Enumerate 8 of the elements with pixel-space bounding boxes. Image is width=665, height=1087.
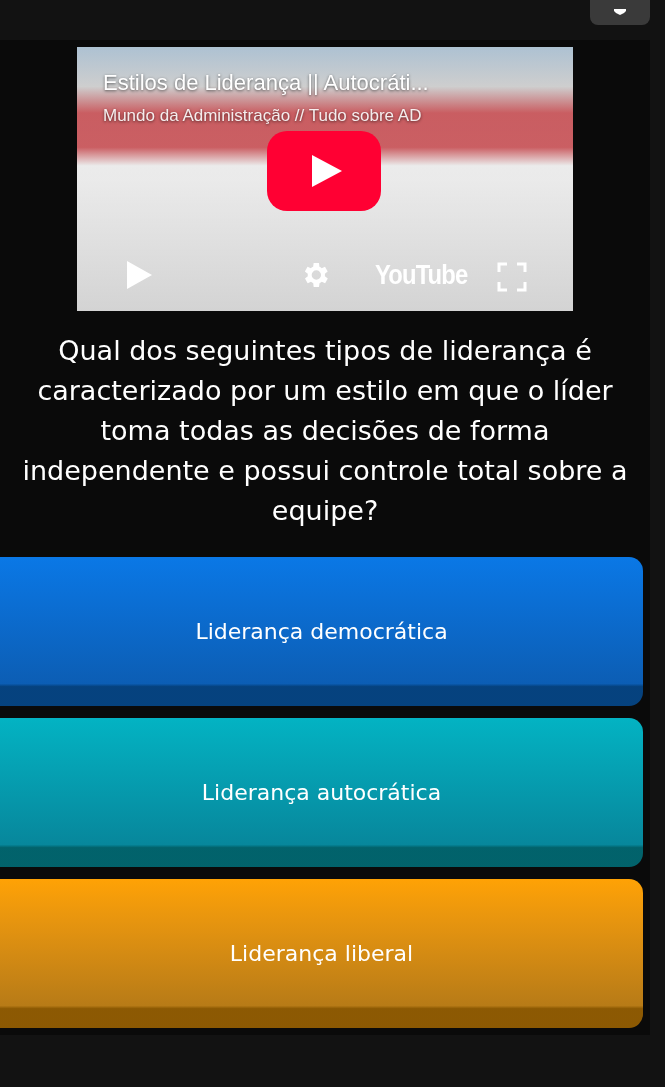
answer-option[interactable]: Liderança autocrática — [0, 718, 643, 867]
answer-option[interactable]: Liderança liberal — [0, 879, 643, 1028]
play-icon[interactable] — [125, 260, 153, 290]
play-button[interactable] — [267, 131, 381, 211]
answer-option[interactable]: Liderança democrática — [0, 557, 643, 706]
channel-name[interactable]: Mundo da Administração // Tudo sobre AD — [103, 105, 553, 127]
fullscreen-icon[interactable] — [497, 262, 527, 292]
question-text: Qual dos seguintes tipos de liderança é caracterizado por um estilo em que o líder toma todas as decisões de forma independente e possui controle total sobre a equipe? — [21, 334, 629, 528]
